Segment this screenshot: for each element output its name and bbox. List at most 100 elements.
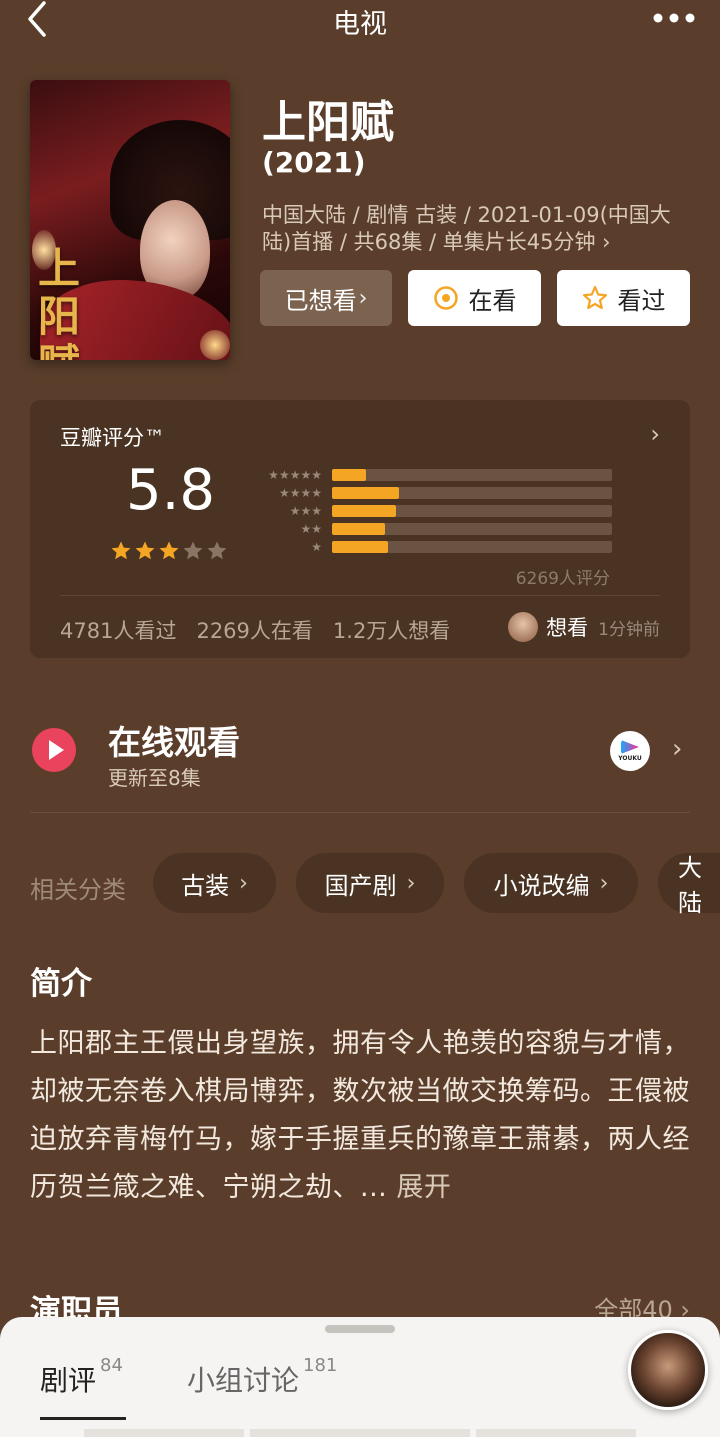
tab-group-discussion[interactable]: 小组讨论 181 [187, 1355, 337, 1399]
synopsis-title: 简介 [30, 966, 92, 1002]
rating-stats: 4781人看过 2269人在看 1.2万人想看 [60, 615, 450, 645]
star-small-icon: ★ [311, 522, 322, 536]
star-small-icon: ★ [300, 504, 312, 518]
row-stars: ★ ★ ★ [250, 505, 322, 517]
star-small-icon: ★ [289, 486, 301, 500]
wish-count: 1.2万人想看 [332, 619, 451, 643]
category-chip[interactable]: 小说改编 › [464, 853, 638, 913]
bottom-sheet[interactable]: 剧评 84 小组讨论 181 [0, 1317, 720, 1437]
subject-year: (2021) [262, 146, 366, 179]
row-stars: ★ ★ ★ ★ [250, 487, 322, 499]
star-small-icon: ★ [311, 486, 322, 500]
watching-count: 2269人在看 [196, 619, 313, 643]
tab-reviews[interactable]: 剧评 84 [40, 1355, 123, 1399]
play-triangle-icon [49, 740, 64, 760]
chevron-right-icon: › [239, 870, 248, 896]
chevron-right-icon: › [406, 870, 416, 896]
rating-bar-fill [332, 505, 397, 517]
watched-count: 4781人看过 [60, 619, 177, 643]
star-small-icon: ★ [311, 504, 322, 518]
poster-title-art: 上阳赋 [38, 244, 81, 361]
chevron-right-icon: › [358, 285, 368, 311]
friend-activity[interactable]: 想看 1分钟前 [508, 612, 660, 642]
subject-title: 上阳赋 [262, 97, 394, 148]
youku-logo-icon[interactable]: YOUKU [610, 731, 650, 771]
rating-distribution-row: ★ [250, 538, 612, 556]
rating-bar-fill [332, 469, 366, 481]
category-chip[interactable]: 国产剧 › [296, 853, 444, 913]
drag-handle[interactable] [325, 1325, 395, 1333]
expand-link[interactable]: 展开 [396, 1172, 451, 1203]
watching-button[interactable]: 在看 [408, 270, 541, 326]
rating-bar-fill [332, 487, 400, 499]
more-dots-icon [653, 13, 695, 23]
star-empty-icon [206, 540, 228, 566]
rating-card[interactable]: 豆瓣评分™ › 5.8 ★ ★ ★ ★ ★ ★ ★ ★ ★ ★ ★ ★ ★ ★ ★ 6269人评分 4781… [30, 400, 690, 658]
rating-distribution-row: ★ ★ [250, 520, 612, 538]
star-small-icon: ★ [268, 468, 279, 482]
row-stars: ★ ★ ★ ★ ★ [250, 469, 322, 481]
star-small-icon: ★ [300, 468, 312, 482]
avatar[interactable] [628, 1330, 708, 1410]
row-stars: ★ [250, 541, 322, 553]
tab-underline [40, 1417, 126, 1420]
activity-action: 想看 [546, 616, 589, 640]
rating-bar-track [332, 523, 612, 535]
provider-name: YOUKU [618, 755, 642, 762]
categories-label: 相关分类 [30, 876, 126, 904]
tab-count: 181 [303, 1355, 338, 1376]
category-chip-label: 国产剧 [324, 871, 397, 900]
category-chip[interactable]: 大陆 [658, 853, 720, 917]
chevron-right-icon[interactable]: › [672, 734, 682, 764]
subject-meta[interactable]: 中国大陆 / 剧情 古装 / 2021-01-09(中国大陆)首播 / 共68集… [262, 202, 682, 256]
rating-stars [110, 540, 228, 566]
row-stars: ★ ★ [250, 523, 322, 535]
star-small-icon: ★ [300, 486, 312, 500]
avatar [508, 612, 539, 642]
category-chip[interactable]: 古装 › [153, 853, 276, 913]
rating-bar-track [332, 541, 612, 553]
star-small-icon: ★ [278, 468, 290, 482]
wish-button[interactable]: 已想看 › [260, 270, 392, 326]
play-icon[interactable] [32, 728, 76, 772]
star-small-icon: ★ [289, 468, 301, 482]
star-small-icon: ★ [300, 522, 312, 536]
rating-bar-track [332, 487, 612, 499]
chevron-right-icon: › [599, 870, 609, 896]
synopsis-text: 上阳郡主王儇出身望族，拥有令人艳羡的容貌与才情，却被无奈卷入棋局博弈，数次被当做… [30, 1028, 690, 1203]
poster-image[interactable]: 上阳赋 [30, 80, 230, 360]
rating-label: 豆瓣评分™ [60, 426, 165, 450]
category-chip-label: 古装 [181, 871, 230, 900]
rating-bar-track [332, 469, 612, 481]
tab-label: 小组讨论 [187, 1364, 300, 1397]
chevron-right-icon: › [650, 420, 660, 448]
rating-distribution-row: ★ ★ ★ ★ [250, 484, 612, 502]
star-small-icon: ★ [289, 504, 301, 518]
star-small-icon: ★ [278, 486, 290, 500]
activity-time: 1分钟前 [598, 619, 660, 640]
rating-bar-track [332, 505, 612, 517]
star-filled-icon [158, 540, 180, 566]
divider [30, 812, 690, 813]
more-button[interactable] [652, 8, 700, 32]
rating-distribution-row: ★ ★ ★ ★ ★ [250, 466, 612, 484]
wish-label: 已想看 [284, 286, 357, 315]
tab-count: 84 [100, 1355, 123, 1376]
star-outline-icon [582, 285, 607, 310]
category-chip-label: 小说改编 [493, 871, 590, 900]
rating-bar-fill [332, 541, 388, 553]
category-chip-label: 大陆 [678, 854, 702, 917]
watched-button[interactable]: 看过 [557, 270, 690, 326]
rating-bar-fill [332, 523, 386, 535]
rating-distribution-row: ★ ★ ★ [250, 502, 612, 520]
star-small-icon: ★ [311, 540, 322, 554]
star-empty-icon [182, 540, 204, 566]
tab-label: 剧评 [40, 1364, 97, 1397]
page-title: 电视 [333, 9, 387, 40]
rating-score: 5.8 [126, 458, 216, 523]
online-watch-title[interactable]: 在线观看 [108, 716, 240, 764]
watching-label: 在看 [468, 286, 517, 315]
star-small-icon: ★ [311, 468, 322, 482]
watching-icon [433, 286, 458, 310]
rating-count: 6269人评分 [515, 569, 610, 589]
